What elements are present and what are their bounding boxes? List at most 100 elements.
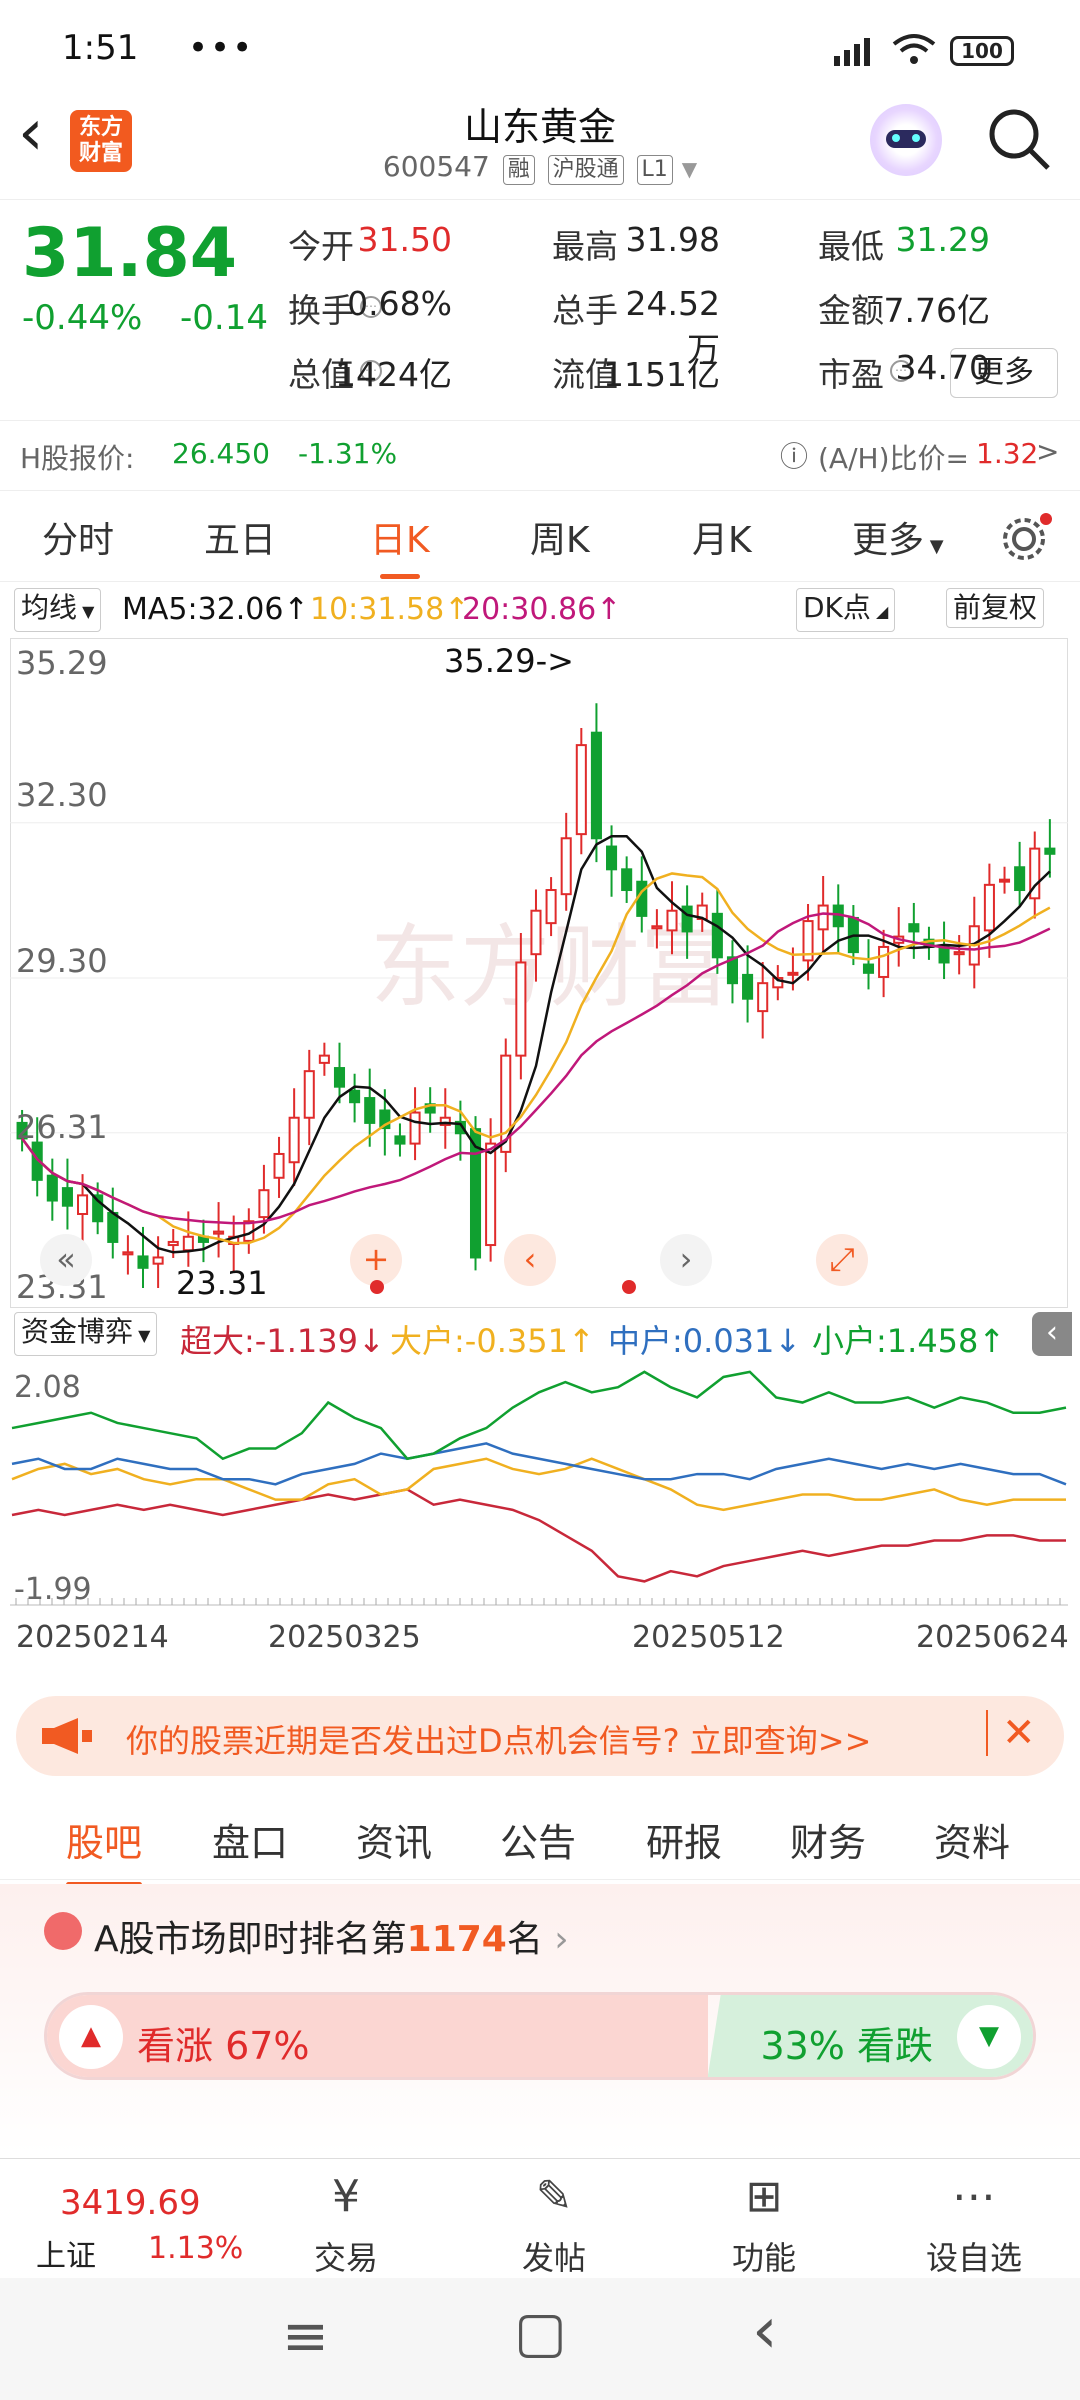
tab-monthly-k[interactable]: 月K: [692, 511, 752, 563]
zoom-in-icon[interactable]: +: [350, 1234, 402, 1286]
date-label: 20250325: [268, 1620, 421, 1655]
back-nav-icon[interactable]: ‹: [752, 2294, 778, 2368]
candle: [938, 921, 950, 980]
tab-announcements[interactable]: 公告: [500, 1812, 576, 1867]
ma-selector[interactable]: 均线 ▼: [14, 588, 102, 632]
fund-small: 小户:1.458↑: [812, 1322, 1006, 1360]
tag-margin: 融: [502, 155, 535, 185]
signal-dot: [622, 1280, 636, 1294]
date-label: 20250214: [16, 1620, 169, 1655]
fund-y-min: -1.99: [14, 1572, 92, 1607]
fund-medium: 中户:0.031↓: [608, 1322, 802, 1360]
h-share-label: H股报价:: [20, 442, 135, 475]
tab-research[interactable]: 研报: [646, 1812, 722, 1867]
current-price: 31.84: [22, 214, 238, 293]
battery-icon: 100: [950, 36, 1014, 66]
ma-selector-label: 均线: [21, 591, 78, 624]
y-label-3: 29.30: [16, 942, 108, 980]
fund-large-line: [11, 1457, 1066, 1512]
nav-post[interactable]: ✎ 发帖: [484, 2159, 624, 2279]
candle: [61, 1158, 73, 1230]
tab-more[interactable]: 更多 ▼: [852, 511, 944, 563]
ah-value: 1.32: [976, 437, 1039, 470]
quote-value: 31.98: [625, 220, 720, 259]
scroll-left-icon[interactable]: ‹: [504, 1234, 556, 1286]
home-icon[interactable]: ▢: [514, 2300, 567, 2365]
high-annotation: 35.29->: [444, 642, 574, 680]
candle: [394, 1123, 406, 1157]
candle: [590, 703, 602, 863]
fund-chart[interactable]: 2.08 -1.99: [10, 1358, 1068, 1607]
close-icon[interactable]: ✕: [986, 1710, 1036, 1756]
tab-forum[interactable]: 股吧: [66, 1812, 143, 1887]
nav-add-watchlist[interactable]: ⋯ 设自选: [904, 2159, 1044, 2279]
index-name: 上证: [36, 2239, 96, 2274]
candle: [862, 939, 875, 990]
robot-assistant-icon[interactable]: [870, 104, 942, 176]
date-axis: 20250214 20250325 20250512 20250624: [0, 1620, 1080, 1660]
tab-news[interactable]: 资讯: [356, 1812, 432, 1867]
ma-indicator-bar: 均线 ▼ MA5:32.06↑ 10:31.58↑ 20:30.86↑ DK点 …: [0, 586, 1080, 632]
fund-small-line: [11, 1370, 1067, 1461]
kline-svg[interactable]: 东方财富: [10, 638, 1068, 1308]
fullscreen-icon[interactable]: ⤢: [816, 1234, 868, 1286]
chevron-right-icon: ›: [542, 1919, 569, 1960]
dk-point-selector[interactable]: DK点 ◢: [796, 588, 896, 632]
tab-daily-k[interactable]: 日K: [370, 511, 430, 579]
vote-up-button[interactable]: ▲: [59, 2005, 123, 2069]
collapse-panel-icon[interactable]: ‹: [1032, 1312, 1072, 1356]
dk-label: DK点: [803, 591, 871, 624]
quote-value: 31.50: [357, 220, 452, 259]
search-icon[interactable]: [986, 106, 1054, 174]
fund-svg[interactable]: [10, 1358, 1068, 1606]
tab-profile[interactable]: 资料: [934, 1812, 1010, 1867]
nav-trade[interactable]: ¥ 交易: [276, 2159, 416, 2279]
adjust-selector[interactable]: 前复权: [946, 588, 1045, 628]
nav-functions[interactable]: ⊞ 功能: [694, 2159, 834, 2279]
more-button[interactable]: 更多: [950, 348, 1058, 398]
tab-weekly-k[interactable]: 周K: [530, 511, 590, 563]
tag-connect: 沪股通: [547, 155, 624, 185]
candle: [197, 1219, 209, 1263]
ah-label: (A/H)比价=: [818, 442, 969, 475]
tab-minute[interactable]: 分时: [42, 511, 114, 563]
scroll-left-fast-icon[interactable]: «: [40, 1234, 92, 1286]
signal-dot: [370, 1280, 384, 1294]
menu-icon[interactable]: ≡: [282, 2304, 329, 2369]
tab-orderbook[interactable]: 盘口: [212, 1812, 288, 1867]
chevron-down-icon: ▼: [77, 602, 95, 621]
grid-icon: ⊞: [745, 2171, 783, 2222]
tab-finance[interactable]: 财务: [790, 1812, 866, 1867]
market-rank[interactable]: A股市场即时排名第1174名 ›: [44, 1910, 569, 1962]
promo-banner[interactable]: 你的股票近期是否发出过D点机会信号? 立即查询>> ✕: [16, 1696, 1064, 1776]
banner-text: 你的股票近期是否发出过D点机会信号? 立即查询>>: [126, 1722, 872, 1760]
quote-value: 0.68%: [347, 284, 452, 323]
date-label: 20250624: [916, 1620, 1069, 1655]
h-share-row[interactable]: H股报价: 26.450 -1.31% ⓘ (A/H)比价= 1.32 >: [0, 420, 1080, 490]
quote-value: 7.76亿: [883, 291, 990, 330]
ma5-value: MA5:32.06↑: [122, 592, 309, 627]
candle: [908, 902, 920, 959]
chevron-down-icon: ▼: [924, 536, 944, 557]
index-percent: 1.13%: [148, 2231, 244, 2266]
settings-gear-icon[interactable]: [998, 511, 1054, 567]
index-widget[interactable]: 3419.69 上证 1.13%: [10, 2165, 243, 2275]
fund-super: 超大:-1.139↓: [180, 1322, 385, 1360]
fund-y-max: 2.08: [14, 1370, 81, 1405]
rank-suffix: 名: [506, 1919, 543, 1960]
candle: [621, 856, 633, 903]
scroll-right-icon[interactable]: ›: [660, 1234, 712, 1286]
change-amount: -0.14: [180, 298, 268, 338]
fund-selector[interactable]: 资金博弈 ▼: [14, 1312, 158, 1356]
kline-chart[interactable]: 东方财富 35.29 32.30 29.30 26.31 23.31 35.29…: [10, 638, 1068, 1308]
bullish-label: 看涨 67%: [137, 2024, 310, 2068]
tab-five-day[interactable]: 五日: [204, 511, 276, 563]
yen-icon: ¥: [332, 2171, 360, 2222]
tag-level: L1: [636, 155, 673, 185]
nav-label: 发帖: [521, 2239, 586, 2277]
vote-down-button[interactable]: ▼: [957, 2005, 1021, 2069]
candle: [485, 1118, 497, 1262]
index-value: 3419.69: [60, 2183, 201, 2223]
chevron-down-icon: ▼: [681, 157, 698, 181]
stock-header: ‹ 东方 财富 山东黄金 600547 融 沪股通 L1 ▼: [0, 96, 1080, 200]
